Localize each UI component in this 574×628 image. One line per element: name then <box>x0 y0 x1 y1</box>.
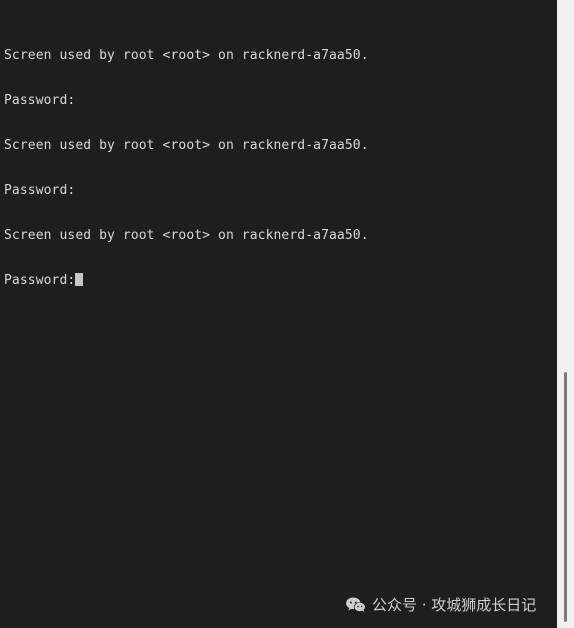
text-cursor <box>75 273 84 286</box>
terminal-line: Password: <box>4 183 76 198</box>
terminal-line: Password: <box>4 93 76 108</box>
watermark-text: 公众号 · 攻城狮成长日记 <box>372 596 537 614</box>
terminal-line: Screen used by root <root> on racknerd-a… <box>4 48 369 63</box>
password-prompt: Password: <box>4 273 76 288</box>
vertical-scrollbar[interactable] <box>557 0 574 628</box>
terminal-output[interactable]: Screen used by root <root> on racknerd-a… <box>4 18 554 318</box>
scrollbar-thumb[interactable] <box>564 372 567 622</box>
terminal-line: Screen used by root <root> on racknerd-a… <box>4 228 369 243</box>
wechat-icon <box>345 596 367 614</box>
terminal-prompt-line[interactable]: Password: <box>4 273 554 288</box>
terminal-window[interactable]: Screen used by root <root> on racknerd-a… <box>0 0 574 628</box>
watermark: 公众号 · 攻城狮成长日记 <box>345 594 536 616</box>
terminal-line: Screen used by root <root> on racknerd-a… <box>4 138 369 153</box>
